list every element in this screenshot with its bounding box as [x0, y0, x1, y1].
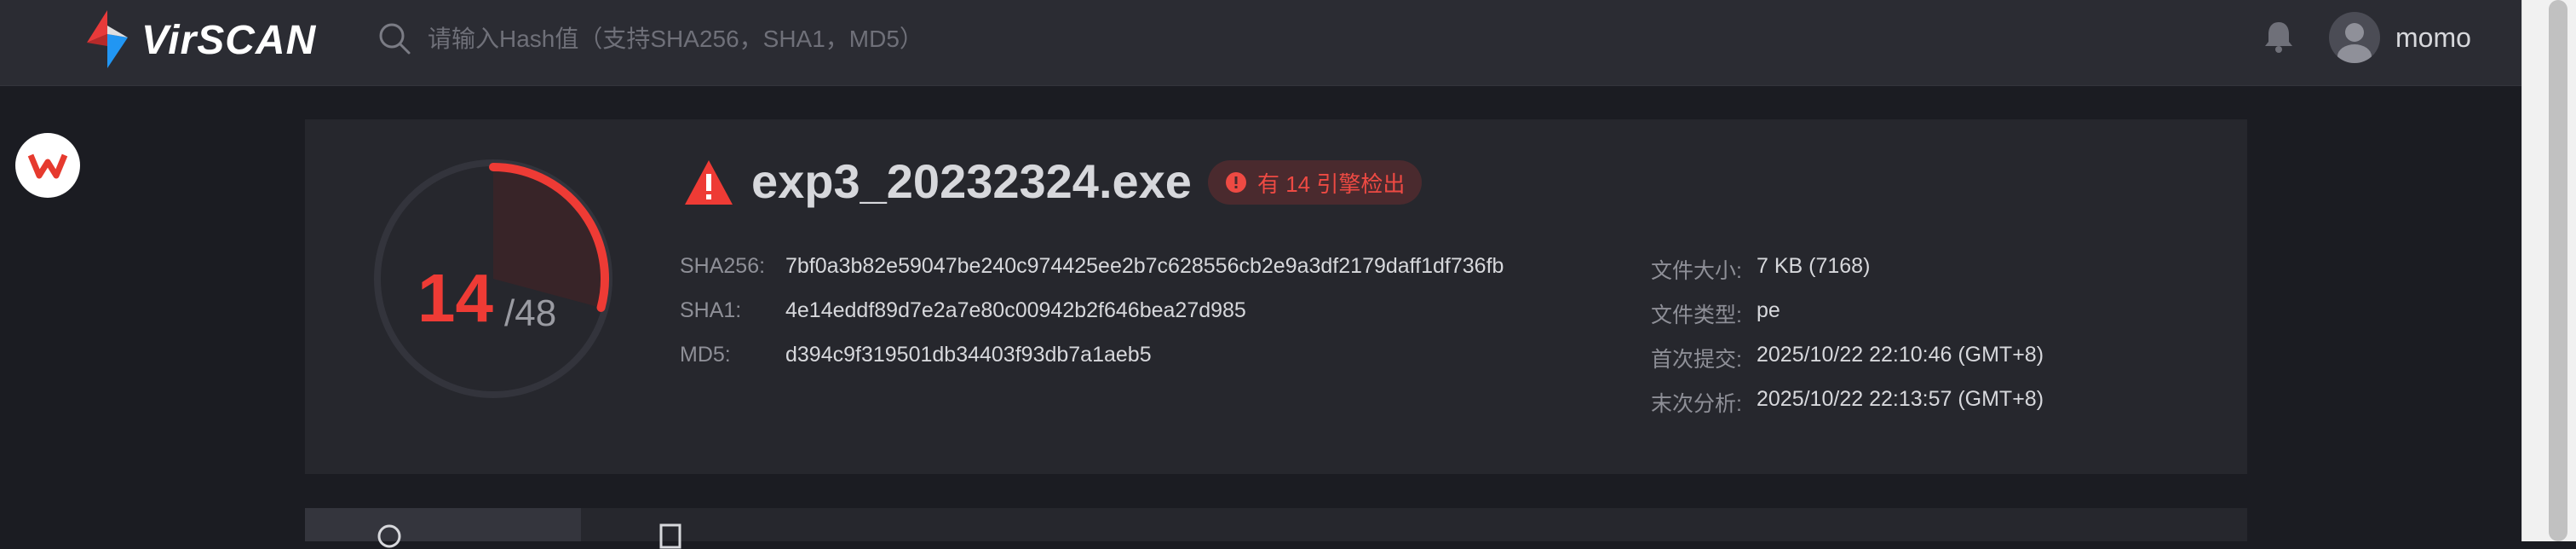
gauge-ring [374, 159, 612, 398]
warning-icon [685, 160, 733, 205]
file-type-label: 文件类型: [1651, 303, 1742, 327]
wps-app-icon [27, 153, 68, 179]
scan-summary-card: 14 /48 exp3_20232324.exe 有 14 引擎检出 SHA25… [305, 119, 2247, 474]
gauge-sector [493, 170, 601, 307]
floating-app-button[interactable] [15, 133, 80, 198]
last-analysis-label: 末次分析: [1651, 392, 1742, 416]
total-engines: /48 [504, 292, 557, 334]
md5-label: MD5: [680, 343, 731, 367]
file-type-value: pe [1757, 298, 1780, 322]
detection-badge-text: 有 14 引擎检出 [1257, 170, 1406, 197]
sha1-label: SHA1: [680, 298, 742, 322]
search-icon[interactable] [375, 19, 414, 58]
avatar-icon [2337, 23, 2372, 63]
file-size-label: 文件大小: [1651, 259, 1742, 283]
top-navigation-bar: VirSCAN momo [0, 0, 2521, 86]
last-analysis-value: 2025/10/22 22:13:57 (GMT+8) [1757, 387, 2044, 411]
scrollbar-thumb[interactable] [2549, 0, 2567, 541]
detected-count: 14 [417, 260, 493, 336]
user-avatar[interactable] [2329, 12, 2380, 63]
file-name: exp3_20232324.exe [751, 154, 1192, 208]
hash-search-input[interactable] [426, 17, 1196, 61]
detection-badge: 有 14 引擎检出 [1208, 160, 1423, 205]
virscan-logo-icon [87, 10, 128, 68]
tab-engine-results[interactable] [305, 508, 581, 548]
file-size-value: 7 KB (7168) [1757, 254, 1871, 278]
site-logo[interactable]: VirSCAN [82, 9, 337, 70]
detection-ratio-gauge: 14 /48 [368, 153, 618, 404]
first-submission-value: 2025/10/22 22:10:46 (GMT+8) [1757, 343, 2044, 367]
document-icon [659, 523, 681, 549]
md5-value[interactable]: d394c9f319501db34403f93db7a1aeb5 [785, 343, 1152, 367]
bell-icon[interactable] [2259, 17, 2298, 56]
sha1-value[interactable]: 4e14eddf89d7e2a7e80c00942b2f646bea27d985 [785, 298, 1246, 323]
user-name[interactable]: momo [2395, 22, 2471, 54]
sha256-value[interactable]: 7bf0a3b82e59047be240c974425ee2b7c628556c… [785, 254, 1504, 279]
alert-circle-icon [1226, 172, 1246, 193]
brand-name: VirSCAN [141, 18, 317, 63]
sha256-label: SHA256: [680, 254, 766, 278]
clock-icon [377, 524, 401, 548]
result-tabs [305, 508, 2247, 549]
first-submission-label: 首次提交: [1651, 348, 1742, 372]
tab-file-details[interactable] [581, 508, 837, 549]
